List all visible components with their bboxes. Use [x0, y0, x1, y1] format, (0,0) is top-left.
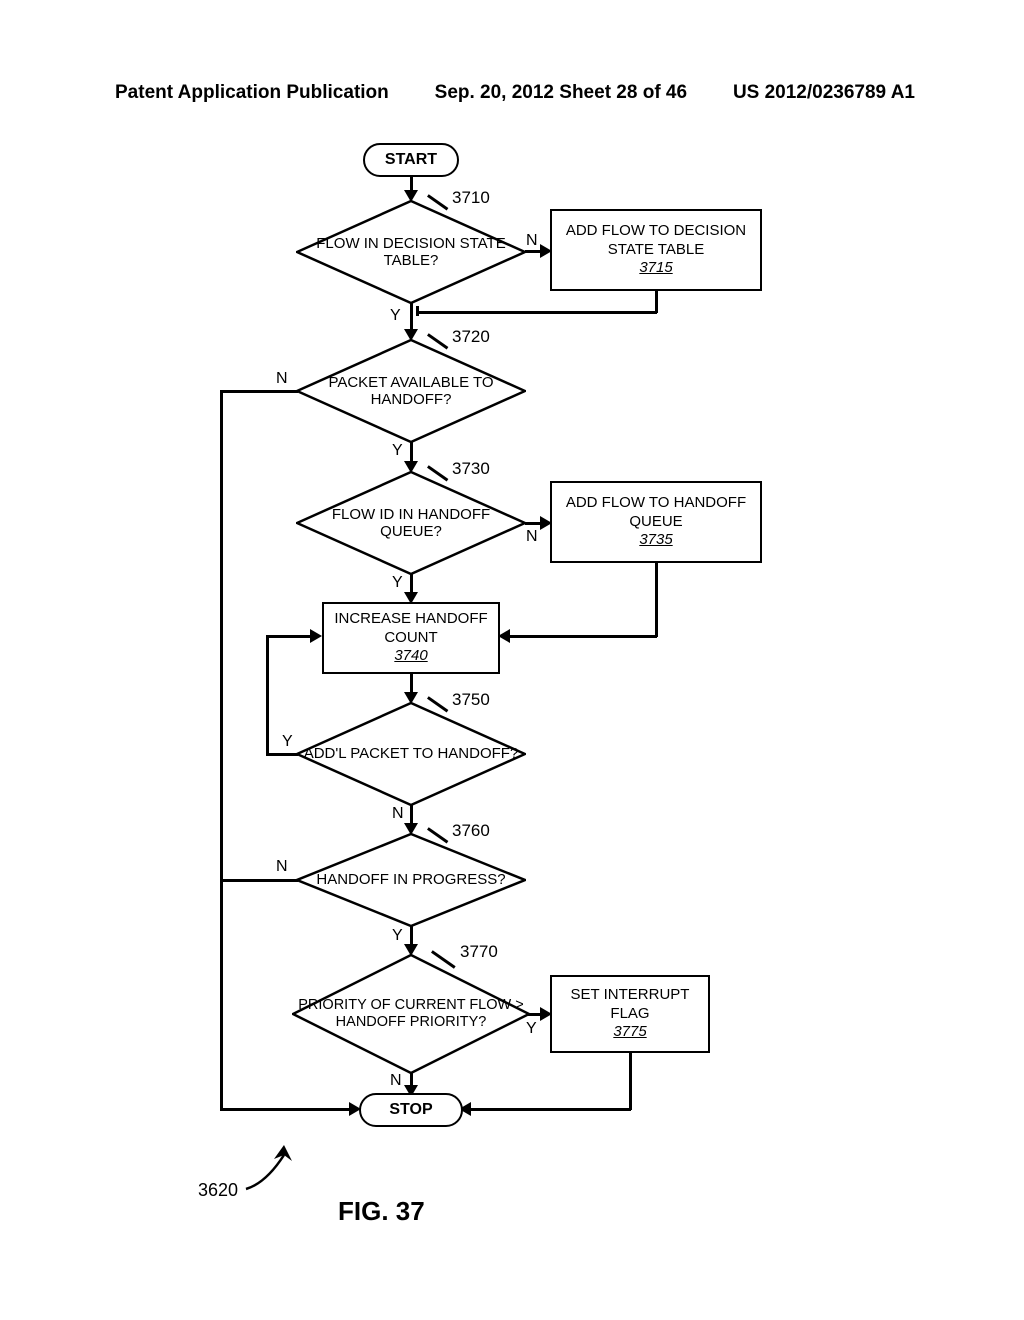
process-3715-ref: 3715 [639, 259, 672, 278]
ref-3770: 3770 [460, 942, 498, 962]
process-3740-ref: 3740 [394, 647, 427, 666]
edge-n: N [276, 858, 288, 876]
process-3775: SET INTERRUPT FLAG 3775 [550, 975, 710, 1053]
decision-3730: FLOW ID IN HANDOFF QUEUE? [296, 471, 526, 575]
ref-3760: 3760 [452, 821, 490, 841]
conn [416, 306, 419, 316]
decision-3760-label: HANDOFF IN PROGRESS? [312, 871, 509, 888]
arrow-right-icon [310, 629, 322, 643]
decision-3730-label: FLOW ID IN HANDOFF QUEUE? [296, 506, 526, 541]
decision-3710-label: FLOW IN DECISION STATE TABLE? [296, 235, 526, 270]
process-3715: ADD FLOW TO DECISION STATE TABLE 3715 [550, 209, 762, 291]
conn [418, 311, 657, 314]
flow-ref-arrow-icon [244, 1145, 304, 1200]
header-left: Patent Application Publication [115, 82, 389, 104]
conn [629, 1053, 632, 1110]
conn [220, 390, 298, 393]
edge-n: N [526, 528, 538, 546]
ref-3710: 3710 [452, 188, 490, 208]
decision-3760: HANDOFF IN PROGRESS? [296, 833, 526, 927]
process-3735-text: ADD FLOW TO HANDOFF QUEUE [560, 494, 752, 532]
conn [220, 390, 223, 1110]
header-mid: Sep. 20, 2012 Sheet 28 of 46 [435, 82, 687, 104]
edge-y: Y [282, 733, 293, 751]
header-right: US 2012/0236789 A1 [733, 82, 915, 104]
edge-n: N [276, 370, 288, 388]
decision-3750-label: ADD'L PACKET TO HANDOFF? [300, 745, 523, 762]
edge-y: Y [392, 927, 403, 945]
decision-3750: ADD'L PACKET TO HANDOFF? [296, 702, 526, 806]
edge-y: Y [392, 442, 403, 460]
process-3735: ADD FLOW TO HANDOFF QUEUE 3735 [550, 481, 762, 563]
terminator-start: START [363, 143, 459, 177]
decision-3710: FLOW IN DECISION STATE TABLE? [296, 200, 526, 304]
process-3715-text: ADD FLOW TO DECISION STATE TABLE [560, 222, 752, 260]
terminator-start-label: START [385, 151, 437, 169]
process-3775-text: SET INTERRUPT FLAG [560, 986, 700, 1024]
conn [266, 635, 313, 638]
conn [470, 1108, 631, 1111]
ref-3720: 3720 [452, 327, 490, 347]
terminator-stop-label: STOP [389, 1101, 432, 1119]
edge-n: N [392, 805, 404, 823]
process-3740-text: INCREASE HANDOFF COUNT [332, 610, 490, 648]
edge-y: Y [390, 307, 401, 325]
conn [220, 879, 298, 882]
process-3740: INCREASE HANDOFF COUNT 3740 [322, 602, 500, 674]
conn [266, 635, 269, 755]
process-3775-ref: 3775 [613, 1023, 646, 1042]
flowchart-canvas: START FLOW IN DECISION STATE TABLE? 3710… [0, 130, 1024, 1230]
edge-n: N [526, 232, 538, 250]
conn [655, 291, 658, 313]
ref-3730: 3730 [452, 459, 490, 479]
terminator-stop: STOP [359, 1093, 463, 1127]
decision-3770: PRIORITY OF CURRENT FLOW > HANDOFF PRIOR… [292, 954, 530, 1074]
ref-3750: 3750 [452, 690, 490, 710]
conn [220, 1108, 352, 1111]
conn [266, 753, 298, 756]
decision-3770-label: PRIORITY OF CURRENT FLOW > HANDOFF PRIOR… [292, 997, 530, 1030]
conn [655, 563, 658, 637]
page-header: Patent Application Publication Sep. 20, … [115, 82, 915, 104]
edge-y: Y [392, 574, 403, 592]
decision-3720: PACKET AVAILABLE TO HANDOFF? [296, 339, 526, 443]
ref-3620: 3620 [198, 1180, 238, 1201]
conn [509, 635, 657, 638]
process-3735-ref: 3735 [639, 531, 672, 550]
edge-y: Y [526, 1020, 537, 1038]
edge-n: N [390, 1072, 402, 1090]
decision-3720-label: PACKET AVAILABLE TO HANDOFF? [296, 374, 526, 409]
figure-caption: FIG. 37 [338, 1196, 425, 1227]
